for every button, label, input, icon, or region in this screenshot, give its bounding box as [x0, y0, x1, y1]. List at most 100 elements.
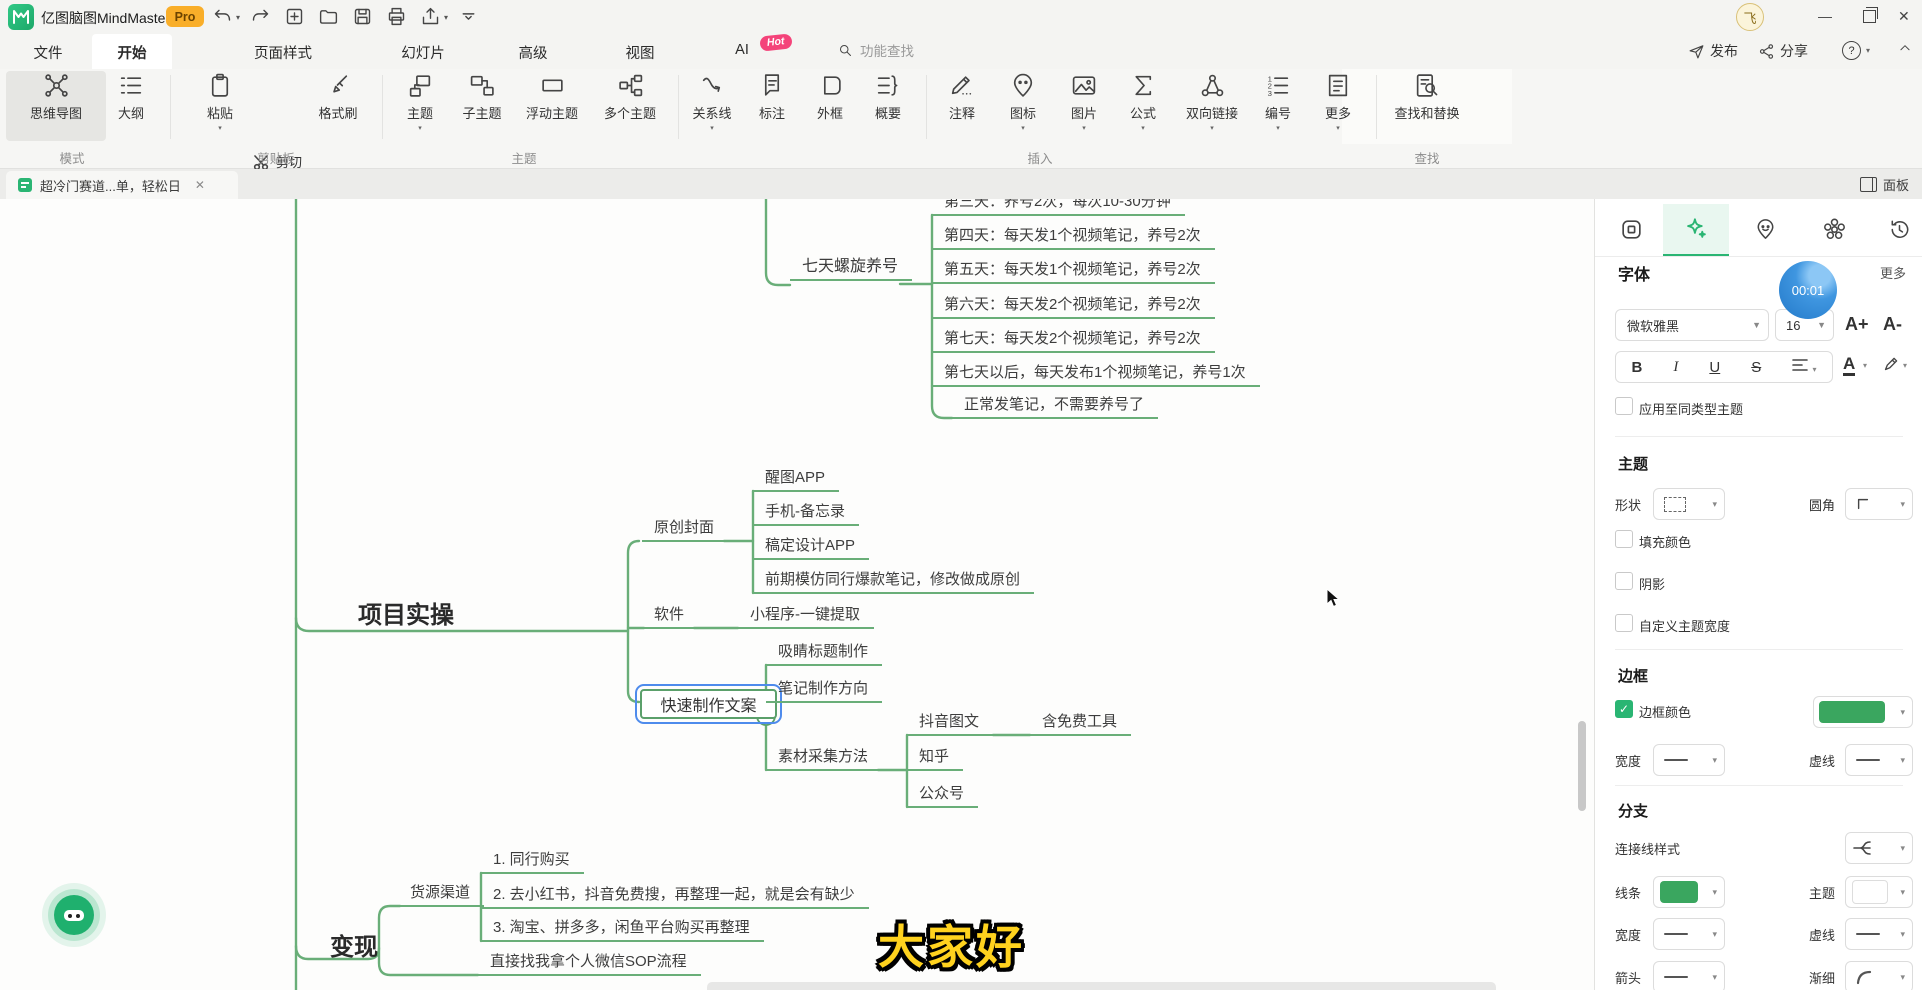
- node-project[interactable]: 项目实操: [358, 595, 454, 630]
- node-monetize[interactable]: 变现: [330, 927, 378, 962]
- font-family-select[interactable]: 微软雅黑▼: [1615, 309, 1769, 341]
- font-increase-button[interactable]: A+: [1845, 314, 1869, 335]
- node-cover[interactable]: 原创封面: [642, 518, 728, 542]
- node-normal-notes[interactable]: 正常发笔记，不需要养号了: [952, 395, 1158, 419]
- redo-button[interactable]: [250, 6, 271, 27]
- ribbon-numbering-button[interactable]: 123 编号 ▾: [1265, 72, 1292, 131]
- ribbon-find-replace-button[interactable]: 查找和替换: [1394, 72, 1459, 122]
- font-more-link[interactable]: 更多: [1880, 263, 1906, 282]
- ribbon-comment-button[interactable]: 注释: [949, 72, 976, 122]
- node-memo[interactable]: 手机-备忘录: [753, 502, 859, 526]
- bold-button[interactable]: B: [1632, 359, 1643, 376]
- corner-select[interactable]: ▾: [1845, 488, 1913, 520]
- menu-home[interactable]: 开始: [118, 42, 147, 63]
- panel-tab-history[interactable]: [1867, 204, 1922, 254]
- export-button[interactable]: [420, 6, 441, 27]
- close-button[interactable]: ✕: [1898, 8, 1910, 25]
- ai-assistant-button[interactable]: [42, 883, 106, 947]
- node-direct-sop[interactable]: 直接找我拿个人微信SOP流程: [478, 952, 701, 976]
- shape-select[interactable]: ▾: [1653, 488, 1725, 520]
- node-title-making[interactable]: 吸睛标题制作: [766, 642, 882, 666]
- italic-button[interactable]: I: [1673, 359, 1678, 376]
- underline-button[interactable]: U: [1709, 359, 1720, 376]
- collapse-ribbon-button[interactable]: [1898, 41, 1912, 55]
- strikethrough-button[interactable]: S: [1751, 359, 1761, 376]
- tab-close-icon[interactable]: ✕: [195, 178, 205, 192]
- shadow-checkbox[interactable]: [1615, 572, 1633, 590]
- node-zhihu[interactable]: 知乎: [907, 747, 963, 771]
- branch-dash-select[interactable]: ▾: [1845, 918, 1913, 950]
- ribbon-callout-button[interactable]: 标注: [759, 72, 786, 122]
- node-note-direction[interactable]: 笔记制作方向: [766, 679, 882, 703]
- ribbon-topic-button[interactable]: 主题 ▾: [407, 72, 434, 131]
- node-gongzhonghao[interactable]: 公众号: [907, 784, 978, 808]
- node-free-tools[interactable]: 含免费工具: [1030, 712, 1131, 736]
- highlight-pen-button[interactable]: [1883, 355, 1900, 377]
- node-supply-3[interactable]: 3. 淘宝、拼多多，闲鱼平台购买再整理: [481, 918, 764, 942]
- canvas-vertical-scrollbar[interactable]: [1578, 721, 1586, 811]
- user-avatar[interactable]: 飞: [1736, 3, 1764, 31]
- node-seven-day[interactable]: 七天螺旋养号: [790, 257, 912, 281]
- panel-toggle-button[interactable]: 面板: [1860, 175, 1909, 194]
- node-material-method[interactable]: 素材采集方法: [766, 747, 882, 771]
- node-after-day7[interactable]: 第七天以后，每天发布1个视频笔记，养号1次: [932, 363, 1260, 387]
- node-day7[interactable]: 第七天：每天发2个视频笔记，养号2次: [932, 329, 1215, 353]
- customize-toolbar-icon[interactable]: [458, 6, 479, 27]
- panel-tab-magic[interactable]: [1664, 204, 1728, 254]
- menu-ai[interactable]: AI: [735, 42, 749, 58]
- node-supply-channel[interactable]: 货源渠道: [398, 883, 484, 907]
- ribbon-summary-button[interactable]: 概要: [875, 72, 902, 122]
- node-software[interactable]: 软件: [642, 605, 698, 629]
- export-dropdown-caret[interactable]: ▾: [444, 13, 448, 22]
- node-day3[interactable]: 第三天：养号2次，每次10-30分钟: [932, 199, 1185, 216]
- new-file-button[interactable]: [284, 6, 305, 27]
- apply-same-type-checkbox[interactable]: [1615, 397, 1633, 415]
- branch-width-select[interactable]: ▾: [1653, 918, 1725, 950]
- arrow-select[interactable]: ▾: [1653, 961, 1725, 990]
- menu-page-style[interactable]: 页面样式: [254, 42, 312, 63]
- custom-width-checkbox[interactable]: [1615, 614, 1633, 632]
- maximize-button[interactable]: [1863, 10, 1876, 23]
- publish-button[interactable]: 发布: [1688, 41, 1738, 61]
- border-color-checkbox[interactable]: ✓: [1615, 700, 1633, 718]
- border-width-select[interactable]: ▾: [1653, 744, 1725, 776]
- menu-file[interactable]: 文件: [34, 42, 63, 63]
- ribbon-multi-topic-button[interactable]: 多个主题: [604, 72, 656, 122]
- print-button[interactable]: [386, 6, 407, 27]
- highlighter-caret[interactable]: ▾: [1903, 361, 1907, 370]
- connector-style-select[interactable]: ▾: [1845, 832, 1913, 864]
- branch-topic-color-select[interactable]: ▾: [1845, 876, 1913, 908]
- node-supply-2[interactable]: 2. 去小红书，抖音免费搜，再整理一起，就是会有缺少: [481, 885, 869, 909]
- ribbon-paste-button[interactable]: 粘贴 ▾: [207, 72, 234, 131]
- taper-select[interactable]: ▾: [1845, 961, 1913, 990]
- menu-view[interactable]: 视图: [626, 42, 655, 63]
- undo-button[interactable]: [212, 6, 233, 27]
- node-xingtu[interactable]: 醒图APP: [753, 468, 839, 492]
- ribbon-formula-button[interactable]: 公式 ▾: [1130, 72, 1157, 131]
- ribbon-relationship-button[interactable]: 关系线 ▾: [692, 72, 731, 131]
- ribbon-more-button[interactable]: 更多 ▾: [1325, 72, 1352, 131]
- menu-slides[interactable]: 幻灯片: [401, 42, 445, 63]
- open-file-button[interactable]: [318, 6, 339, 27]
- mindmap-canvas[interactable]: 七天螺旋养号 第三天：养号2次，每次10-30分钟 第四天：每天发1个视频笔记，…: [0, 199, 1594, 990]
- ribbon-mindmap-button[interactable]: 思维导图: [30, 72, 82, 122]
- align-button[interactable]: ▾: [1792, 358, 1816, 376]
- ribbon-floating-topic-button[interactable]: 浮动主题: [526, 72, 578, 122]
- ribbon-outline-button[interactable]: 大纲: [118, 72, 145, 122]
- node-douyin[interactable]: 抖音图文: [907, 712, 993, 736]
- node-copywriting-selected[interactable]: 快速制作文案: [640, 689, 777, 719]
- node-day5[interactable]: 第五天：每天发1个视频笔记，养号2次: [932, 260, 1215, 284]
- minimize-button[interactable]: —: [1818, 8, 1832, 24]
- ribbon-image-button[interactable]: 图片 ▾: [1071, 72, 1098, 131]
- font-color-button[interactable]: A: [1843, 355, 1855, 376]
- font-color-caret[interactable]: ▾: [1863, 361, 1867, 370]
- panel-tab-style[interactable]: [1599, 204, 1663, 254]
- node-day6[interactable]: 第六天：每天发2个视频笔记，养号2次: [932, 295, 1215, 319]
- ribbon-boundary-button[interactable]: 外框: [817, 72, 844, 122]
- ribbon-subtopic-button[interactable]: 子主题: [462, 72, 501, 122]
- document-tab[interactable]: 超冷门赛道...单，轻松日 ✕: [6, 171, 238, 199]
- save-button[interactable]: [352, 6, 373, 27]
- undo-dropdown-caret[interactable]: ▾: [236, 13, 240, 22]
- ribbon-icon-button[interactable]: 图标 ▾: [1010, 72, 1037, 131]
- share-button[interactable]: 分享: [1758, 41, 1808, 61]
